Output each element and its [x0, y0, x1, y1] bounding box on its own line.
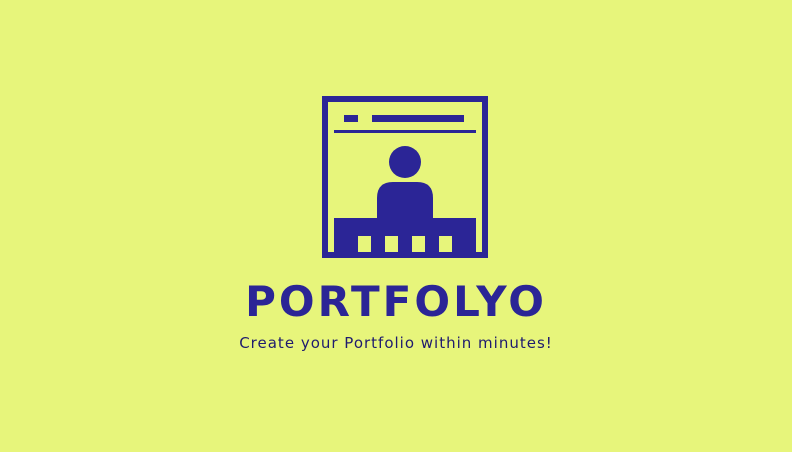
brand-name: PORTFOLYO	[245, 277, 547, 326]
portfolio-logo-icon	[322, 96, 488, 258]
tagline: Create your Portfolio within minutes!	[239, 334, 553, 352]
